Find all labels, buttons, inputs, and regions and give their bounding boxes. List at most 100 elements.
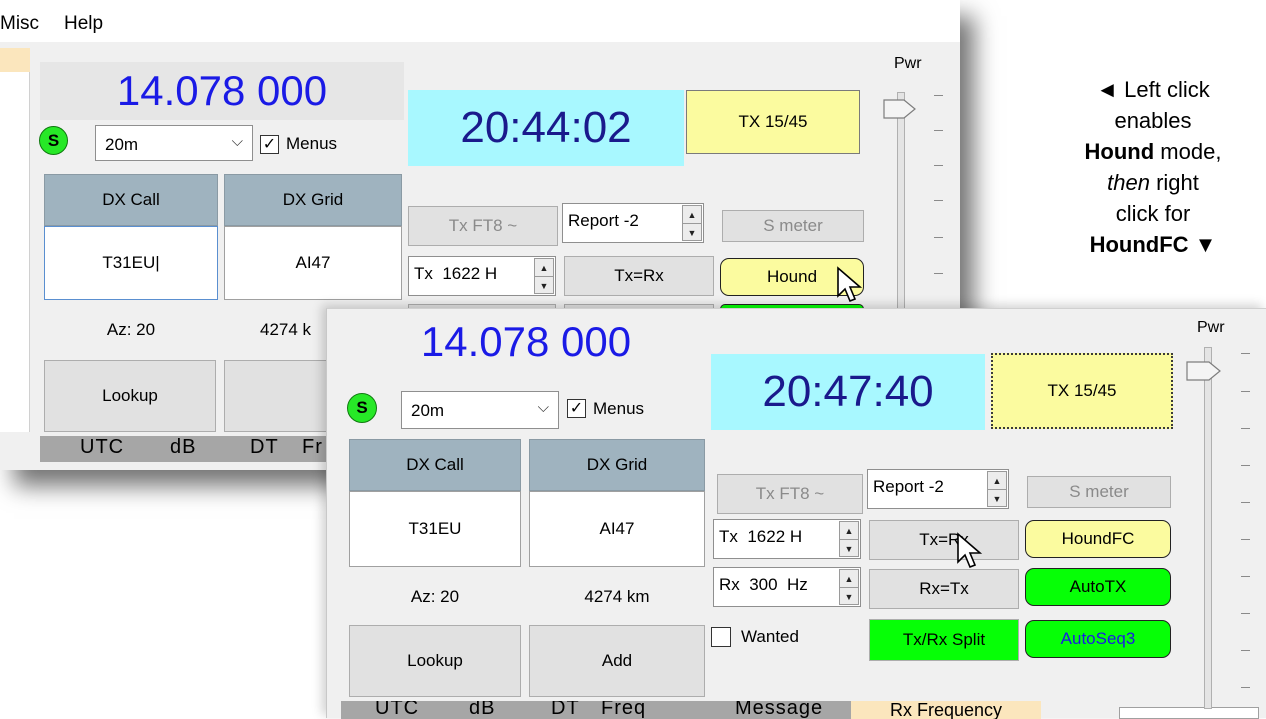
tx-mode-button[interactable]: Tx FT8 ~: [717, 474, 863, 514]
spin-arrows-icon[interactable]: ▲ ▼: [534, 258, 554, 294]
wanted-label: Wanted: [741, 627, 799, 646]
spin-arrows-icon[interactable]: ▲ ▼: [839, 569, 859, 605]
dx-grid-input[interactable]: AI47: [224, 226, 402, 300]
lookup-button[interactable]: Lookup: [44, 360, 216, 432]
annotation-line-1: ◄ Left click: [1096, 77, 1210, 102]
power-label: Pwr: [1197, 319, 1225, 336]
slider-tick: [1241, 502, 1250, 503]
col-utc: UTC: [375, 701, 420, 719]
annotation-line-3: Hound mode,: [1040, 136, 1266, 167]
annotation-houndfc: HoundFC: [1089, 232, 1189, 257]
tx-period-button[interactable]: TX 15/45: [686, 90, 860, 154]
bottom-right-field[interactable]: [1119, 707, 1259, 719]
chevron-down-icon: ⌵: [537, 399, 549, 416]
rx-frequency-value: Rx 300 Hz: [719, 575, 808, 594]
col-message: Message: [735, 701, 824, 719]
left-edge-panel: [0, 72, 30, 432]
power-slider-handle[interactable]: [1185, 356, 1223, 386]
s-meter-button[interactable]: S meter: [1027, 476, 1171, 508]
add-button[interactable]: Add: [529, 625, 705, 697]
dx-call-input[interactable]: T31EU |: [44, 226, 218, 300]
houndfc-button[interactable]: HoundFC: [1025, 520, 1171, 558]
slider-tick: [1241, 650, 1250, 651]
tx-equals-rx-button[interactable]: Tx=Rx: [869, 520, 1019, 560]
azimuth-label: Az: 20: [410, 587, 460, 606]
tx-frequency-value: Tx 1622 H: [414, 264, 498, 283]
autotx-button[interactable]: AutoTX: [1025, 568, 1171, 606]
annotation-line-6: HoundFC ▼: [1040, 229, 1266, 260]
slider-tick: [1241, 465, 1250, 466]
lookup-button[interactable]: Lookup: [349, 625, 521, 697]
tx-rx-split-button[interactable]: Tx/Rx Split: [869, 619, 1019, 661]
annotation-then: then: [1107, 170, 1150, 195]
spin-arrows-icon[interactable]: ▲ ▼: [682, 205, 702, 241]
annotation-hound: Hound: [1084, 139, 1155, 164]
menu-bar: Misc Help: [0, 0, 960, 42]
slider-tick: [934, 200, 943, 201]
report-spinbox[interactable]: Report -2 ▲ ▼: [562, 203, 704, 243]
col-freq: Freq: [601, 701, 647, 719]
autoseq-button[interactable]: AutoSeq3: [1025, 620, 1171, 658]
distance-label: 4274 km: [584, 587, 650, 606]
report-spinbox[interactable]: Report -2 ▲ ▼: [867, 469, 1009, 509]
menus-label: Menus: [593, 399, 645, 418]
power-slider-track[interactable]: [1204, 347, 1212, 709]
col-freq: Fr: [302, 436, 323, 458]
slider-tick: [1241, 428, 1250, 429]
rx-equals-tx-button[interactable]: Rx=Tx: [869, 569, 1019, 609]
dx-call-header: DX Call: [349, 439, 521, 491]
annotation-line-4: then right: [1040, 167, 1266, 198]
utc-clock: 20:44:02: [408, 90, 684, 166]
dial-frequency: 14.078 000: [40, 62, 404, 120]
slider-tick: [1241, 687, 1250, 688]
slider-tick: [1241, 613, 1250, 614]
dx-call-header: DX Call: [44, 174, 218, 226]
menu-misc[interactable]: Misc: [0, 13, 39, 35]
slider-tick: [1241, 391, 1250, 392]
wsjtx-window-front: 14.078 000 S 20m ⌵ ✓ Menus DX Call DX Gr…: [326, 308, 1266, 719]
menu-help[interactable]: Help: [64, 13, 103, 35]
rx-frequency-tab[interactable]: Rx Frequency: [851, 701, 1041, 719]
report-value: Report -2: [873, 477, 944, 496]
tx-equals-rx-button[interactable]: Tx=Rx: [564, 256, 714, 296]
annotation-mode: mode,: [1154, 139, 1222, 164]
band-value: 20m: [411, 401, 445, 420]
azimuth-label: Az: 20: [106, 320, 156, 339]
spin-arrows-icon[interactable]: ▲ ▼: [839, 521, 859, 557]
tx-period-button[interactable]: TX 15/45: [991, 353, 1173, 429]
power-slider-handle[interactable]: [882, 94, 918, 124]
slider-tick: [934, 273, 943, 274]
col-dt: DT: [250, 436, 279, 458]
band-select[interactable]: 20m ⌵: [401, 391, 559, 429]
tx-frequency-spinbox[interactable]: Tx 1622 H ▲ ▼: [408, 256, 556, 296]
annotation-arrow: ▼: [1188, 232, 1217, 257]
dx-grid-input[interactable]: AI47: [529, 491, 705, 567]
menus-checkbox[interactable]: ✓: [567, 399, 586, 418]
dx-grid-value: AI47: [295, 253, 331, 272]
annotation-line-2: enables: [1114, 108, 1192, 133]
chevron-down-icon: ⌵: [231, 133, 243, 150]
col-utc: UTC: [80, 436, 125, 458]
wanted-checkbox[interactable]: [711, 627, 731, 647]
dial-frequency: 14.078 000: [341, 313, 711, 375]
band-value: 20m: [105, 135, 139, 154]
s-meter-button[interactable]: S meter: [722, 210, 864, 242]
slider-tick: [934, 95, 943, 96]
spin-arrows-icon[interactable]: ▲ ▼: [987, 471, 1007, 507]
mouse-cursor-icon: [957, 532, 983, 569]
slider-tick: [1241, 576, 1250, 577]
dx-call-value: T31EU: [102, 253, 156, 272]
col-dt: DT: [551, 701, 580, 719]
tx-frequency-value: Tx 1622 H: [719, 527, 803, 546]
instruction-annotation: ◄ Left click enables Hound mode, then ri…: [1040, 74, 1266, 314]
col-db: dB: [170, 436, 197, 458]
band-select[interactable]: 20m ⌵: [95, 125, 253, 161]
tx-mode-button[interactable]: Tx FT8 ~: [408, 206, 558, 246]
dx-grid-header: DX Grid: [529, 439, 705, 491]
s-status-badge: S: [39, 126, 68, 155]
menus-checkbox[interactable]: ✓: [260, 135, 279, 154]
dx-call-input[interactable]: T31EU: [349, 491, 521, 567]
tx-frequency-spinbox[interactable]: Tx 1622 H ▲ ▼: [713, 519, 861, 559]
rx-frequency-spinbox[interactable]: Rx 300 Hz ▲ ▼: [713, 567, 861, 607]
mouse-cursor-icon: [837, 266, 863, 303]
